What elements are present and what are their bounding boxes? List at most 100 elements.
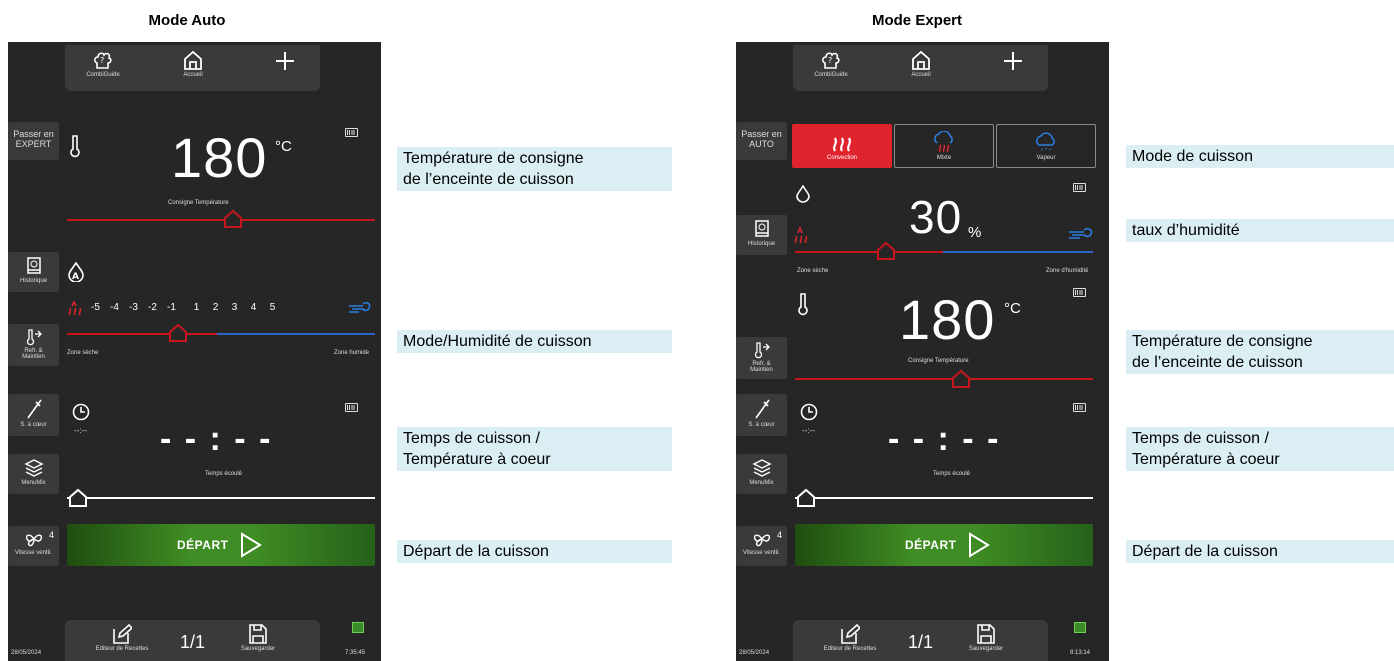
scale-tick[interactable]: 5 [263, 302, 282, 313]
edit-icon [841, 623, 860, 644]
callout-right-humidity: taux d’humidité [1126, 219, 1394, 242]
refroidir-maintien-button[interactable]: Refr. & Maintien [736, 337, 787, 379]
steam-icon [1069, 227, 1093, 239]
keyboard-icon[interactable] [345, 128, 358, 137]
play-icon [969, 532, 990, 558]
cook-time-display[interactable]: - - : - - [888, 420, 1000, 459]
cook-time-display[interactable]: - - : - - [160, 420, 272, 459]
keyboard-icon[interactable] [1073, 288, 1086, 297]
humidity-slider-dry[interactable] [67, 333, 217, 335]
clock-icon [72, 403, 90, 421]
zone-dry-label: Zone sèche [67, 350, 99, 356]
switch-auto-button[interactable]: Passer en AUTO [736, 122, 787, 160]
time-slider-track[interactable] [795, 497, 1093, 499]
mode-convection-button[interactable]: Convection [792, 124, 892, 168]
status-indicator [352, 622, 364, 633]
mode-mixte-button[interactable]: Mixte [894, 124, 994, 168]
probe-icon [26, 399, 42, 419]
add-button[interactable] [265, 51, 305, 72]
fan-icon [25, 534, 42, 547]
temperature-value[interactable]: 180 [899, 292, 995, 348]
time-slider-handle[interactable] [796, 488, 816, 508]
keyboard-icon[interactable] [1073, 403, 1086, 412]
clock-display: 8:13:14 [1070, 650, 1091, 656]
humidity-scale: -5 -4 -3 -2 -1 1 2 3 4 5 [86, 302, 282, 313]
thermometer-icon [798, 293, 808, 316]
time-slider-handle[interactable] [68, 488, 88, 508]
humidity-slider-handle[interactable] [168, 323, 188, 343]
temperature-slider-handle[interactable] [223, 209, 243, 229]
time-small: --:-- [74, 426, 87, 435]
core-probe-button[interactable]: S. à cœur [8, 394, 59, 436]
keyboard-icon[interactable] [345, 403, 358, 412]
humidity-slider-handle[interactable] [876, 241, 896, 261]
callout-right-temperature: Température de consigne de l’enceinte de… [1126, 330, 1394, 374]
add-button[interactable] [993, 51, 1033, 72]
start-button[interactable]: DÉPART [795, 524, 1093, 566]
save-button[interactable]: Sauvegarder [228, 623, 288, 652]
zone-dry-label: Zone sèche [797, 268, 829, 274]
scale-tick[interactable]: -3 [124, 302, 143, 313]
temperature-value[interactable]: 180 [171, 130, 267, 186]
historique-button[interactable]: Historique [736, 215, 787, 255]
scale-tick[interactable]: -5 [86, 302, 105, 313]
page-indicator: 1/1 [180, 632, 206, 652]
keyboard-icon[interactable] [1073, 183, 1086, 192]
cool-hold-icon [754, 342, 770, 359]
historique-button[interactable]: Historique [8, 252, 59, 292]
temperature-slider-track[interactable] [67, 219, 375, 221]
combiguide-button[interactable]: ? CombiGuide [83, 49, 123, 78]
recipe-editor-button[interactable]: Editeur de Recettes [87, 623, 157, 652]
temperature-slider-handle[interactable] [951, 369, 971, 389]
fan-speed-value: 4 [777, 530, 783, 540]
scale-tick[interactable]: 2 [206, 302, 225, 313]
scale-tick[interactable]: 3 [225, 302, 244, 313]
callout-right-start: Départ de la cuisson [1126, 540, 1394, 563]
plus-icon [1004, 52, 1022, 70]
callout-left-temperature: Température de consigne de l’enceinte de… [397, 147, 672, 191]
mode-vapeur-button[interactable]: Vapeur [996, 124, 1096, 168]
humidity-slider-dry[interactable] [795, 251, 943, 253]
mode-expert-title: Mode Expert [871, 12, 962, 29]
svg-text:?: ? [828, 56, 832, 65]
menumix-button[interactable]: MenuMix [8, 454, 59, 494]
recipe-editor-button[interactable]: Editeur de Recettes [815, 623, 885, 652]
clock-icon [800, 403, 818, 421]
edit-icon [113, 623, 132, 644]
callout-left-mode: Mode/Humidité de cuisson [397, 330, 672, 353]
save-button[interactable]: Sauvegarder [956, 623, 1016, 652]
svg-text:A: A [72, 272, 79, 282]
play-icon [241, 532, 262, 558]
scale-tick[interactable]: 4 [244, 302, 263, 313]
humidity-unit: % [968, 224, 982, 241]
page-indicator: 1/1 [908, 632, 934, 652]
switch-expert-button[interactable]: Passer en EXPERT [8, 122, 59, 160]
mode-auto-screen: ? CombiGuide Accueil Passer en EXPERT 18… [8, 42, 381, 661]
start-button[interactable]: DÉPART [67, 524, 375, 566]
layers-icon [751, 459, 772, 477]
thermometer-icon [70, 135, 80, 158]
dry-heat-icon [794, 226, 808, 244]
core-probe-button[interactable]: S. à cœur [736, 394, 787, 436]
time-label: Temps écoulé [933, 471, 971, 477]
status-indicator [1074, 622, 1086, 633]
humidity-slider-humid[interactable] [943, 251, 1093, 253]
scale-tick[interactable]: 1 [187, 302, 206, 313]
fan-speed-value: 4 [49, 530, 55, 540]
scale-tick[interactable]: -1 [162, 302, 181, 313]
humidity-value[interactable]: 30 [909, 194, 962, 240]
scale-tick[interactable]: -4 [105, 302, 124, 313]
combiguide-button[interactable]: ? CombiGuide [811, 49, 851, 78]
accueil-button[interactable]: Accueil [173, 49, 213, 78]
temperature-slider-track[interactable] [795, 378, 1093, 380]
time-slider-track[interactable] [67, 497, 375, 499]
menumix-button[interactable]: MenuMix [736, 454, 787, 494]
save-icon [977, 624, 995, 644]
scale-tick[interactable]: -2 [143, 302, 162, 313]
convection-icon [833, 137, 851, 152]
humidity-slider-humid[interactable] [217, 333, 375, 335]
zone-humid-label: Zone humide [334, 350, 370, 356]
refroidir-maintien-button[interactable]: Refr. & Maintien [8, 324, 59, 366]
accueil-button[interactable]: Accueil [901, 49, 941, 78]
home-icon [912, 50, 930, 70]
